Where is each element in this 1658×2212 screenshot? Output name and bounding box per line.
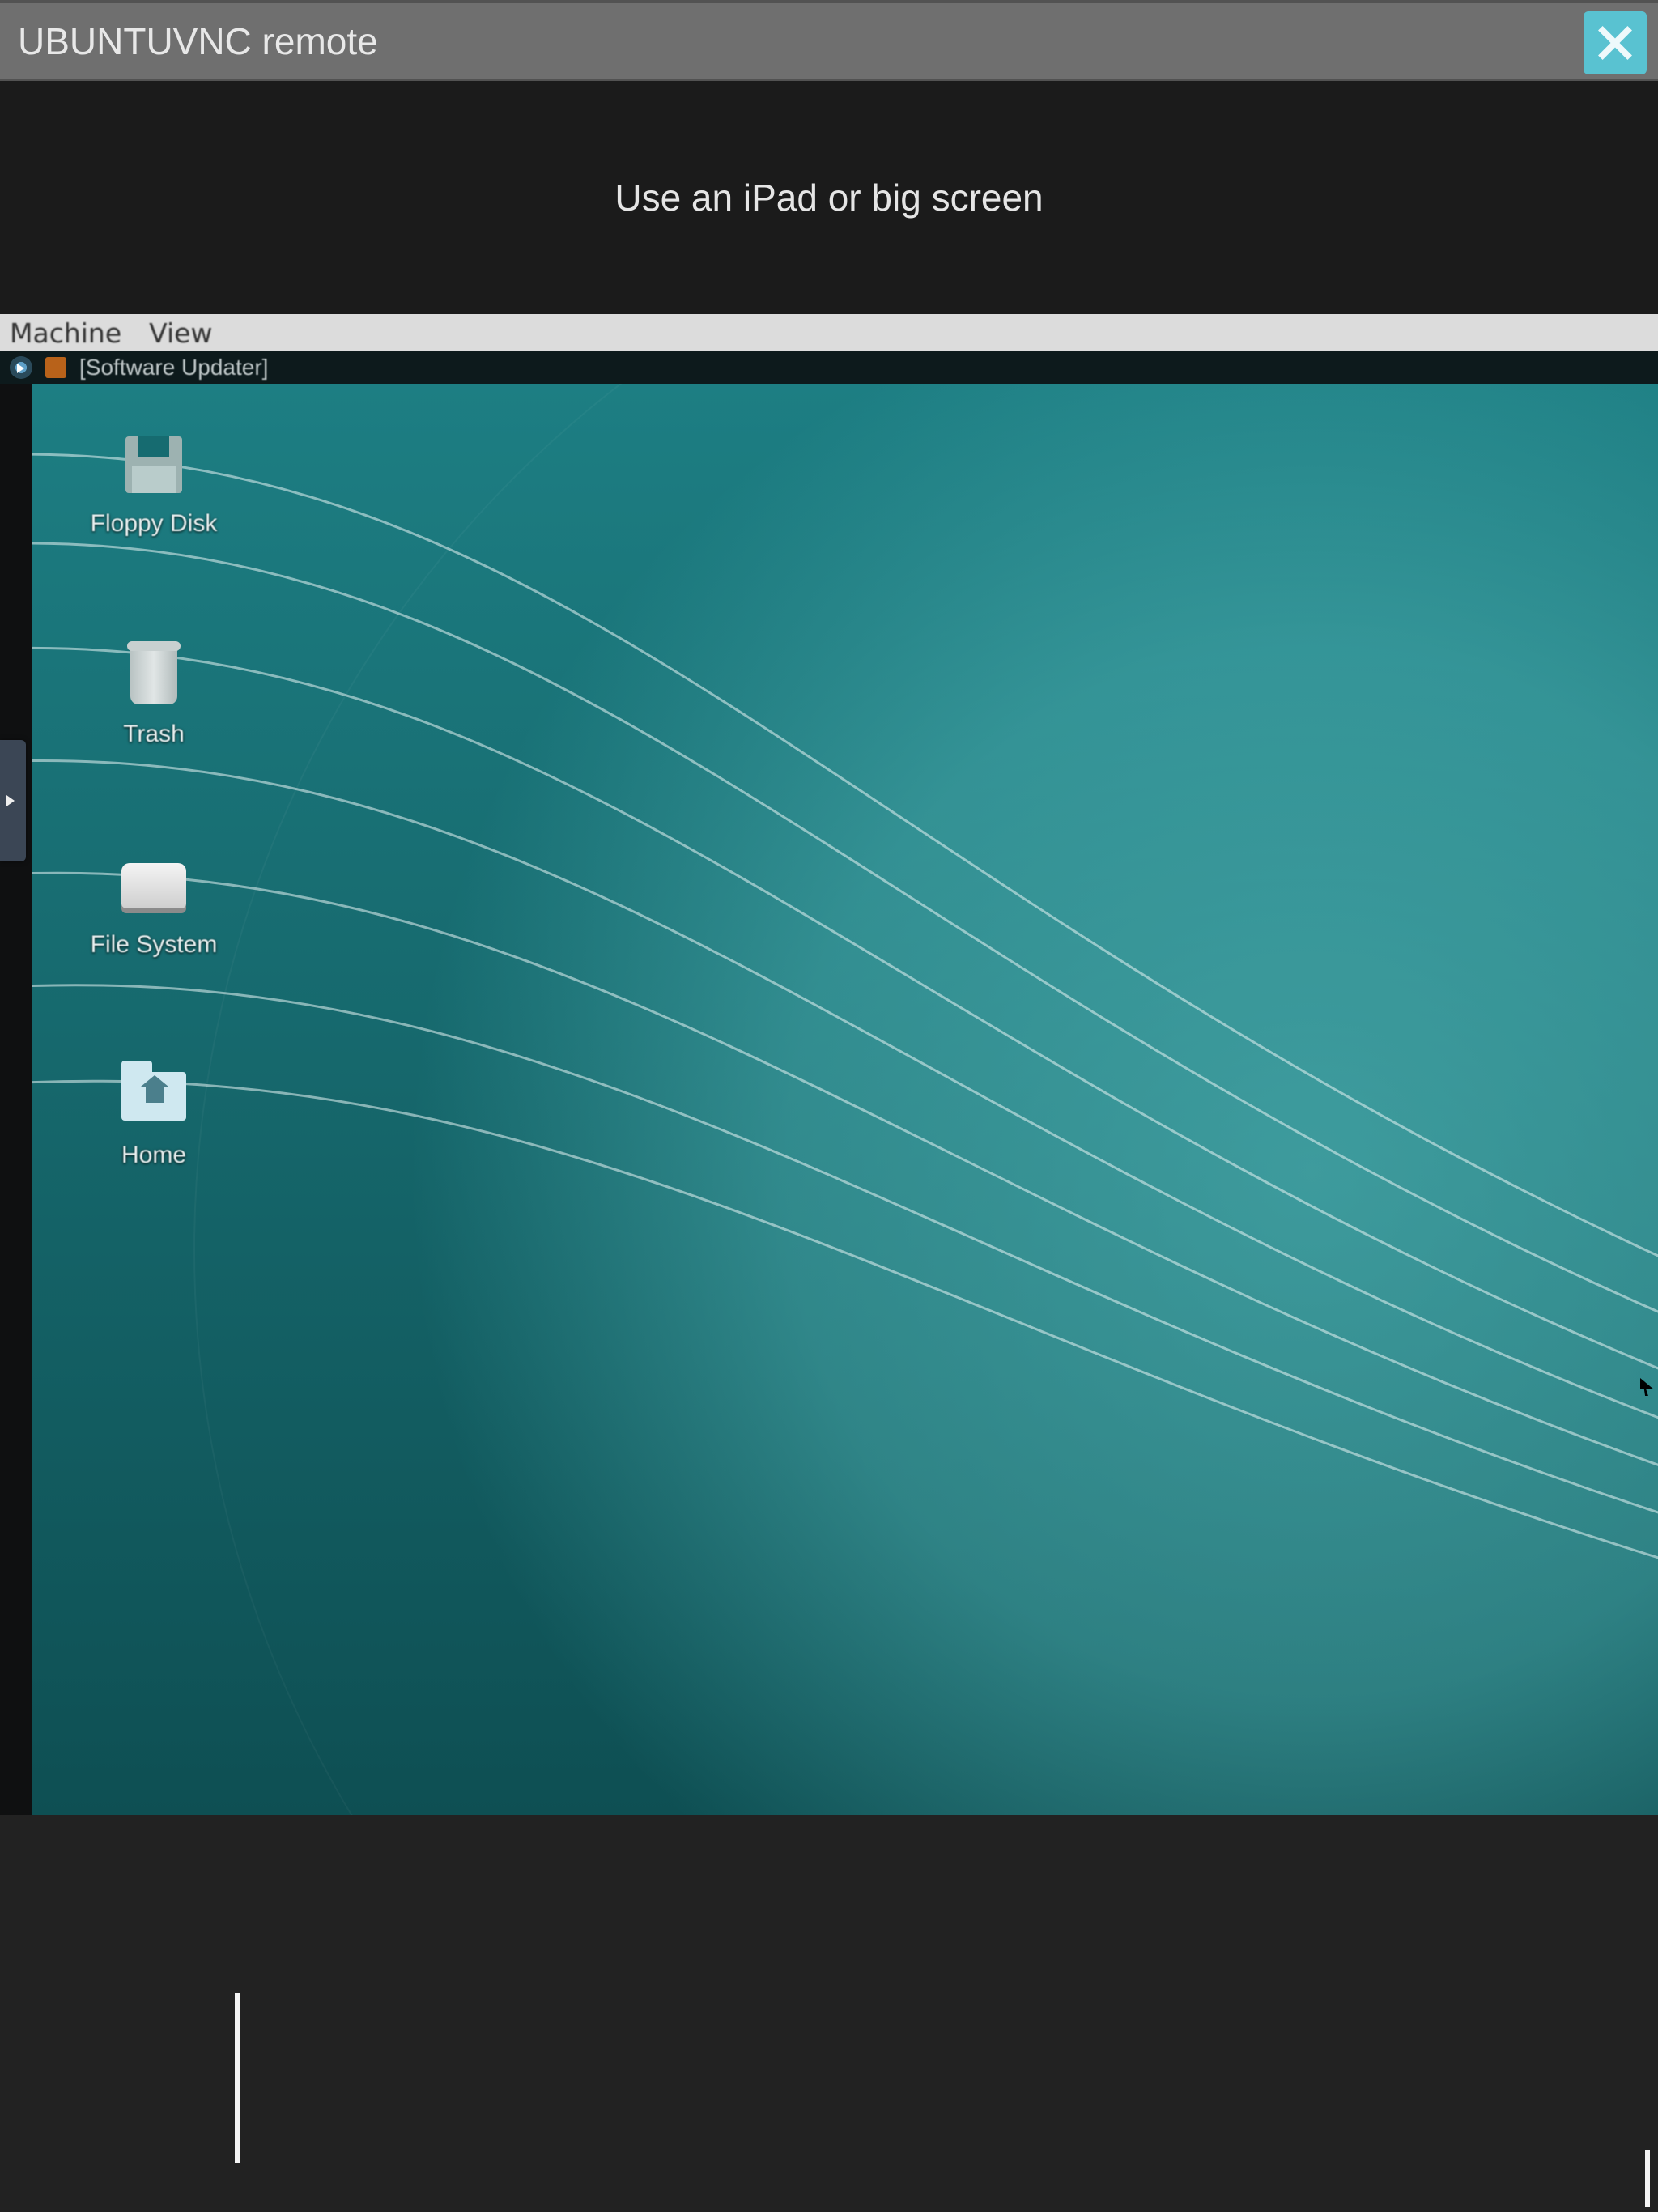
desktop-icon-file-system[interactable]: File System [81, 853, 227, 959]
guest-left-border [0, 384, 32, 1815]
desktop-icon-trash[interactable]: Trash [81, 643, 227, 748]
applications-menu-icon[interactable] [10, 356, 32, 379]
window-titlebar: UBUNTUVNC remote [0, 0, 1658, 81]
icon-label: Floppy Disk [91, 510, 218, 538]
guest-panel[interactable]: [Software Updater] [0, 351, 1658, 384]
bottom-area [0, 1815, 1658, 2212]
close-icon [1594, 22, 1636, 64]
guest-desktop[interactable]: [Software Updater] Floppy Disk Trash Fil… [0, 351, 1658, 1815]
taskbar-app-label[interactable]: [Software Updater] [79, 355, 268, 381]
app-root: UBUNTUVNC remote Use an iPad or big scre… [0, 0, 1658, 2212]
wallpaper-lines-icon [32, 384, 1658, 1815]
icon-label: File System [91, 931, 218, 959]
vm-menu-machine[interactable]: Machine [10, 317, 121, 349]
vm-menubar: Machine View [0, 314, 1658, 351]
icon-label: Trash [123, 721, 185, 748]
text-caret-icon [1645, 2150, 1650, 2207]
window-title: UBUNTUVNC remote [18, 19, 378, 63]
text-caret-icon [235, 1993, 240, 2163]
vm-window: Machine View [0, 314, 1658, 2212]
hint-banner: Use an iPad or big screen [0, 81, 1658, 314]
close-button[interactable] [1584, 11, 1647, 74]
trash-icon [130, 646, 177, 704]
desktop-icon-floppy-disk[interactable]: Floppy Disk [81, 432, 227, 538]
drive-icon [121, 863, 186, 908]
floppy-disk-icon [125, 436, 182, 493]
icon-label: Home [121, 1142, 186, 1169]
wallpaper [32, 384, 1658, 1815]
taskbar-app-icon[interactable] [45, 357, 66, 378]
vm-menu-view[interactable]: View [149, 317, 212, 349]
hint-text: Use an iPad or big screen [614, 176, 1043, 219]
desktop-icons: Floppy Disk Trash File System Home [81, 432, 227, 1169]
home-folder-icon [121, 1072, 186, 1121]
vnc-side-handle[interactable] [0, 740, 26, 861]
desktop-icon-home[interactable]: Home [81, 1064, 227, 1169]
